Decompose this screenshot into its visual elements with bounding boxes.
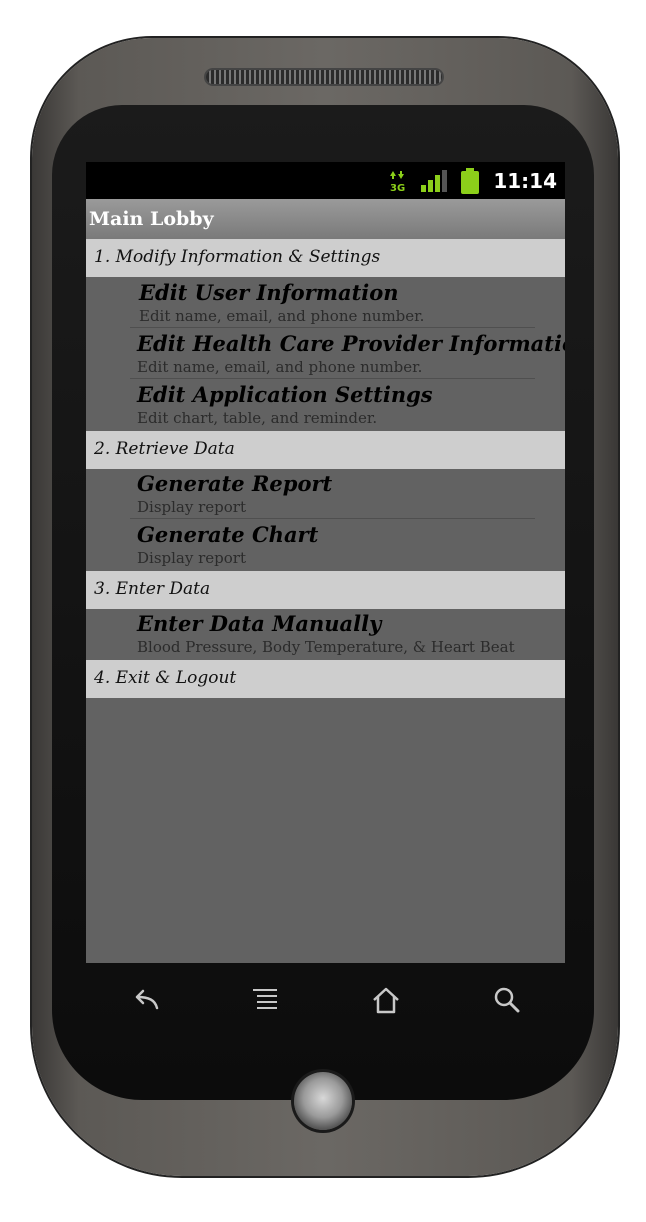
menu-item-subtitle: Blood Pressure, Body Temperature, & Hear… bbox=[137, 638, 515, 656]
menu-item-edit-application-settings[interactable]: Edit Application Settings Edit chart, ta… bbox=[137, 380, 537, 431]
menu-item-subtitle: Edit name, email, and phone number. bbox=[139, 307, 425, 325]
menu-item-edit-user-information[interactable]: Edit User Information Edit name, email, … bbox=[139, 278, 539, 329]
menu-item-title: Edit Health Care Provider Information bbox=[137, 331, 565, 356]
section-header-enter-data[interactable]: 3. Enter Data bbox=[86, 571, 565, 609]
signal-strength-icon bbox=[421, 169, 448, 192]
svg-text:3G: 3G bbox=[390, 183, 405, 193]
section-label: 2. Retrieve Data bbox=[94, 439, 235, 459]
section-label: 1. Modify Information & Settings bbox=[94, 247, 381, 267]
menu-item-title: Edit User Information bbox=[139, 280, 399, 305]
menu-item-title: Enter Data Manually bbox=[137, 611, 382, 636]
section-label: 4. Exit & Logout bbox=[94, 668, 237, 688]
divider bbox=[130, 378, 535, 379]
section-label: 3. Enter Data bbox=[94, 579, 211, 599]
menu-item-title: Generate Chart bbox=[137, 522, 319, 547]
app-title: Main Lobby bbox=[89, 208, 214, 230]
menu-item-edit-health-care-provider[interactable]: Edit Health Care Provider Information Ed… bbox=[137, 329, 565, 380]
back-icon[interactable] bbox=[124, 980, 164, 1020]
menu-item-title: Edit Application Settings bbox=[137, 382, 433, 407]
menu-item-enter-data-manually[interactable]: Enter Data Manually Blood Pressure, Body… bbox=[137, 609, 557, 660]
battery-icon bbox=[461, 167, 480, 194]
divider bbox=[130, 327, 535, 328]
menu-item-subtitle: Edit chart, table, and reminder. bbox=[137, 409, 378, 427]
navigation-bar bbox=[86, 970, 565, 1030]
home-icon[interactable] bbox=[366, 980, 406, 1020]
menu-item-subtitle: Edit name, email, and phone number. bbox=[137, 358, 423, 376]
data-3g-icon: 3G bbox=[390, 170, 406, 193]
section-header-retrieve[interactable]: 2. Retrieve Data bbox=[86, 431, 565, 469]
menu-item-generate-report[interactable]: Generate Report Display report bbox=[137, 469, 537, 520]
status-bar: 3G 11:14 bbox=[86, 162, 565, 199]
menu-item-title: Generate Report bbox=[137, 471, 333, 496]
menu-item-generate-chart[interactable]: Generate Chart Display report bbox=[137, 520, 537, 571]
menu-item-subtitle: Display report bbox=[137, 549, 246, 567]
menu-icon[interactable] bbox=[245, 980, 285, 1020]
search-icon[interactable] bbox=[487, 980, 527, 1020]
screen: 3G 11:14 Main Lobby 1. Modify Informatio… bbox=[86, 162, 565, 963]
hardware-home-button[interactable] bbox=[294, 1072, 352, 1130]
section-header-modify[interactable]: 1. Modify Information & Settings bbox=[86, 239, 565, 277]
divider bbox=[130, 518, 535, 519]
section-header-exit-logout[interactable]: 4. Exit & Logout bbox=[86, 660, 565, 698]
menu-item-subtitle: Display report bbox=[137, 498, 246, 516]
earpiece-speaker bbox=[206, 70, 442, 84]
status-clock: 11:14 bbox=[493, 168, 557, 193]
title-bar: Main Lobby bbox=[86, 199, 565, 239]
